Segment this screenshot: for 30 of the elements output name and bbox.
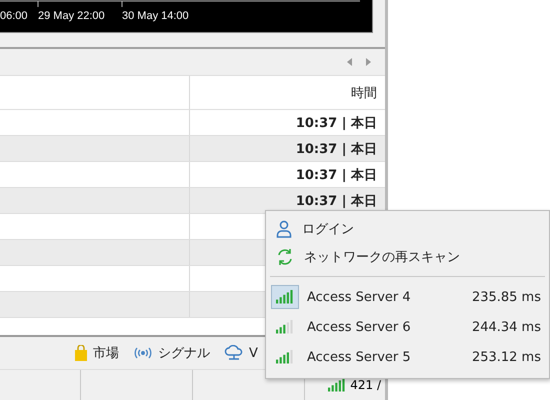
- shopping-bag-icon: [74, 345, 88, 361]
- scroll-right-icon[interactable]: [366, 58, 371, 66]
- server-name: Access Server 6: [307, 320, 412, 334]
- toolbar-button[interactable]: V: [224, 345, 258, 361]
- server-item[interactable]: Access Server 4 235.85 ms: [266, 282, 549, 312]
- axis-label: 06:00: [0, 10, 28, 22]
- axis-label: 29 May 22:00: [38, 10, 105, 22]
- menu-item[interactable]: ネットワークの再スキャン: [266, 243, 549, 271]
- server-name: Access Server 4: [307, 290, 412, 304]
- scroll-left-icon[interactable]: [347, 58, 352, 66]
- menu-item[interactable]: ログイン: [266, 215, 549, 243]
- table-cell-text: 10:37 | 本日: [294, 192, 378, 210]
- column-header[interactable]: 時間: [190, 76, 385, 109]
- table-cell-text: 10:37 | 本日: [294, 140, 378, 158]
- broadcast-icon: [133, 347, 153, 359]
- server-item[interactable]: Access Server 5 253.12 ms: [266, 342, 549, 372]
- axis-label: 30 May 14:00: [122, 10, 189, 22]
- signal-icon: [328, 378, 346, 392]
- ping-time: 253.12 ms: [472, 350, 541, 364]
- ping-time: 235.85 ms: [472, 290, 541, 304]
- server-item[interactable]: Access Server 6 244.34 ms: [266, 312, 549, 342]
- toolbar-button[interactable]: 市場: [74, 344, 119, 362]
- ping-time: 244.34 ms: [472, 320, 541, 334]
- cloud-icon: [224, 345, 244, 361]
- refresh-icon: [276, 248, 294, 266]
- toolbar-button[interactable]: シグナル: [133, 344, 210, 362]
- user-icon: [276, 220, 292, 238]
- table-cell-text: 10:37 | 本日: [294, 114, 378, 132]
- table-cell-text: 10:37 | 本日: [294, 166, 378, 184]
- server-name: Access Server 5: [307, 350, 412, 364]
